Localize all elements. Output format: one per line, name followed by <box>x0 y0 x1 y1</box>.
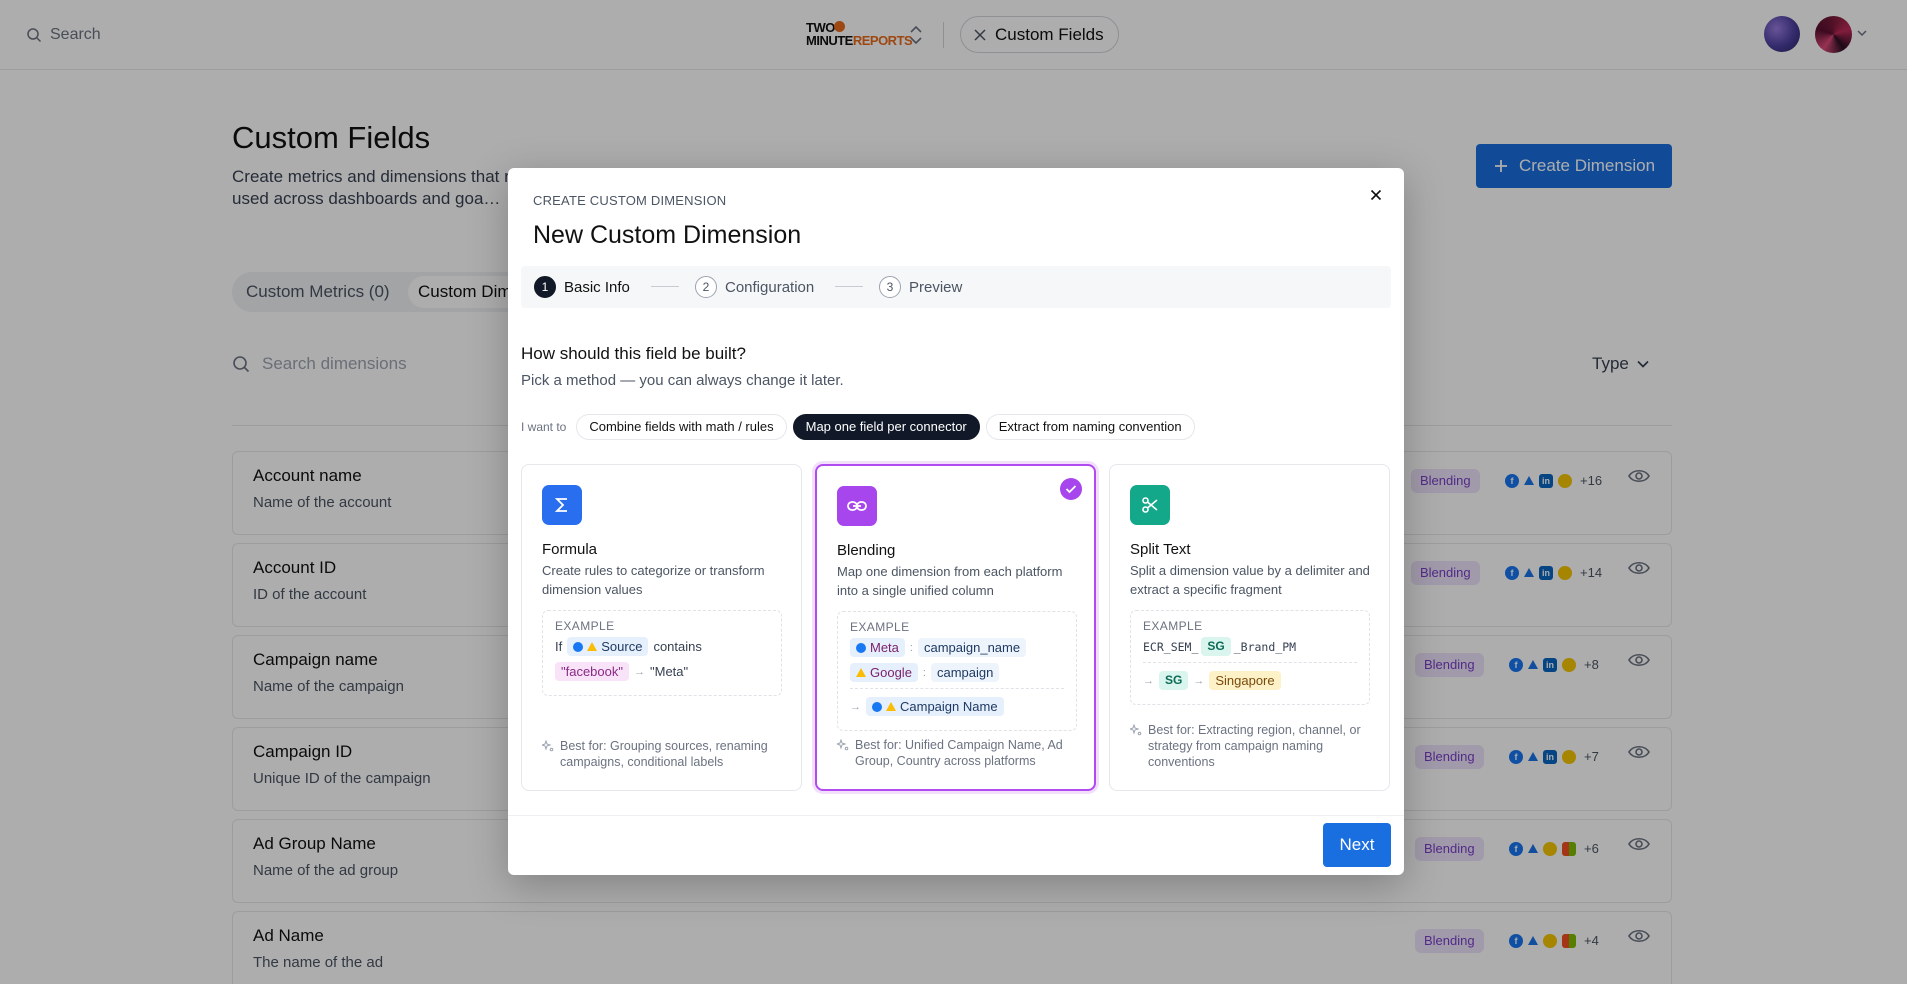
google-ads-icon <box>886 702 896 711</box>
sparkle-icon <box>837 739 849 751</box>
step-label: Basic Info <box>564 278 630 296</box>
arrow-right-icon: → <box>1143 674 1154 687</box>
example-box: EXAMPLE Meta : campaign_name Google : ca… <box>837 611 1077 731</box>
card-title: Formula <box>542 541 598 558</box>
best-for-text: Best for: Extracting region, channel, or… <box>1148 723 1361 769</box>
check-icon <box>1060 478 1082 500</box>
example-line: "facebook" → "Meta" <box>555 662 769 681</box>
token-tag: SG <box>1201 637 1231 656</box>
step-number: 2 <box>695 276 717 298</box>
meta-icon <box>872 701 882 712</box>
example-label: EXAMPLE <box>1143 619 1203 633</box>
result-value: "Meta" <box>650 664 689 679</box>
example-divider <box>1143 662 1357 663</box>
result-tag: Campaign Name <box>866 697 1004 716</box>
step-configuration[interactable]: 2 Configuration <box>695 276 814 298</box>
arrow-right-icon: → <box>1193 674 1205 687</box>
meta-icon <box>856 642 866 653</box>
platform-tag: Meta <box>850 638 905 657</box>
value-tag: "facebook" <box>555 662 629 681</box>
field-tag: campaign <box>930 663 1000 682</box>
pill-map-per-connector[interactable]: Map one field per connector <box>792 414 980 440</box>
token-tag: SG <box>1159 671 1189 690</box>
intent-filter: I want to Combine fields with math / rul… <box>521 414 1195 440</box>
step-label: Configuration <box>725 278 815 296</box>
pill-combine-fields[interactable]: Combine fields with math / rules <box>576 414 787 440</box>
example-line: ECR_SEM_ SG _Brand_PM <box>1143 637 1357 656</box>
example-label: EXAMPLE <box>850 620 910 634</box>
step-preview[interactable]: 3 Preview <box>879 276 962 298</box>
build-question: How should this field be built? <box>521 344 746 363</box>
example-prefix: ECR_SEM_ <box>1143 639 1199 654</box>
intent-label: I want to <box>521 420 567 434</box>
result-tag: Singapore <box>1209 671 1281 690</box>
card-title: Split Text <box>1130 541 1191 558</box>
example-label: EXAMPLE <box>555 619 615 633</box>
modal-title: New Custom Dimension <box>533 221 802 249</box>
source-tag: Source <box>567 637 649 656</box>
example-line: Google : campaign <box>850 663 1064 682</box>
create-dimension-modal: CREATE CUSTOM DIMENSION New Custom Dimen… <box>508 168 1404 875</box>
best-for-text: Best for: Grouping sources, renaming cam… <box>560 739 768 769</box>
example-operator: contains <box>653 639 702 654</box>
platform-tag: Google <box>850 663 918 682</box>
step-connector <box>651 286 679 287</box>
example-if: If <box>555 639 563 654</box>
example-box: EXAMPLE ECR_SEM_ SG _Brand_PM → SG → Sin… <box>1130 610 1370 705</box>
method-card-formula[interactable]: Formula Create rules to categorize or tr… <box>521 464 802 791</box>
modal-footer-divider <box>508 815 1404 816</box>
example-divider <box>850 688 1064 689</box>
best-for: Best for: Unified Campaign Name, Ad Grou… <box>837 737 1082 769</box>
arrow-right-icon: → <box>850 700 861 713</box>
method-card-split-text[interactable]: Split Text Split a dimension value by a … <box>1109 464 1390 791</box>
card-title: Blending <box>837 542 896 559</box>
step-number: 1 <box>534 276 556 298</box>
card-description: Create rules to categorize or transform … <box>542 563 765 597</box>
link-icon <box>837 486 877 526</box>
example-box: EXAMPLE If Source contains "facebook" → … <box>542 610 782 696</box>
build-question-subtitle: Pick a method — you can always change it… <box>521 372 844 389</box>
step-number: 3 <box>879 276 901 298</box>
example-line: → Campaign Name <box>850 697 1064 716</box>
arrow-right-icon: → <box>634 665 645 678</box>
step-basic-info[interactable]: 1 Basic Info <box>534 276 630 298</box>
example-line: If Source contains <box>555 637 769 656</box>
scissors-icon <box>1130 485 1170 525</box>
stepper: 1 Basic Info 2 Configuration 3 Preview <box>521 266 1391 308</box>
google-ads-icon <box>856 668 866 677</box>
sigma-icon <box>542 485 582 525</box>
card-description: Split a dimension value by a delimiter a… <box>1130 563 1370 597</box>
example-suffix: _Brand_PM <box>1233 639 1297 654</box>
sparkle-icon <box>542 740 554 752</box>
pill-extract-naming[interactable]: Extract from naming convention <box>985 414 1195 440</box>
example-line: Meta : campaign_name <box>850 638 1064 657</box>
modal-kicker: CREATE CUSTOM DIMENSION <box>533 193 727 208</box>
close-icon[interactable] <box>1370 189 1382 201</box>
card-description: Map one dimension from each platform int… <box>837 564 1063 598</box>
sparkle-icon <box>1130 724 1142 736</box>
step-connector <box>835 286 863 287</box>
best-for: Best for: Grouping sources, renaming cam… <box>542 738 787 770</box>
best-for-text: Best for: Unified Campaign Name, Ad Grou… <box>855 738 1063 768</box>
next-button[interactable]: Next <box>1323 823 1391 867</box>
example-line: → SG → Singapore <box>1143 671 1357 690</box>
best-for: Best for: Extracting region, channel, or… <box>1130 722 1375 770</box>
meta-icon <box>573 641 584 652</box>
google-ads-icon <box>587 642 598 651</box>
method-card-blending[interactable]: Blending Map one dimension from each pla… <box>815 464 1096 791</box>
field-tag: campaign_name <box>917 638 1027 657</box>
step-label: Preview <box>909 278 963 296</box>
